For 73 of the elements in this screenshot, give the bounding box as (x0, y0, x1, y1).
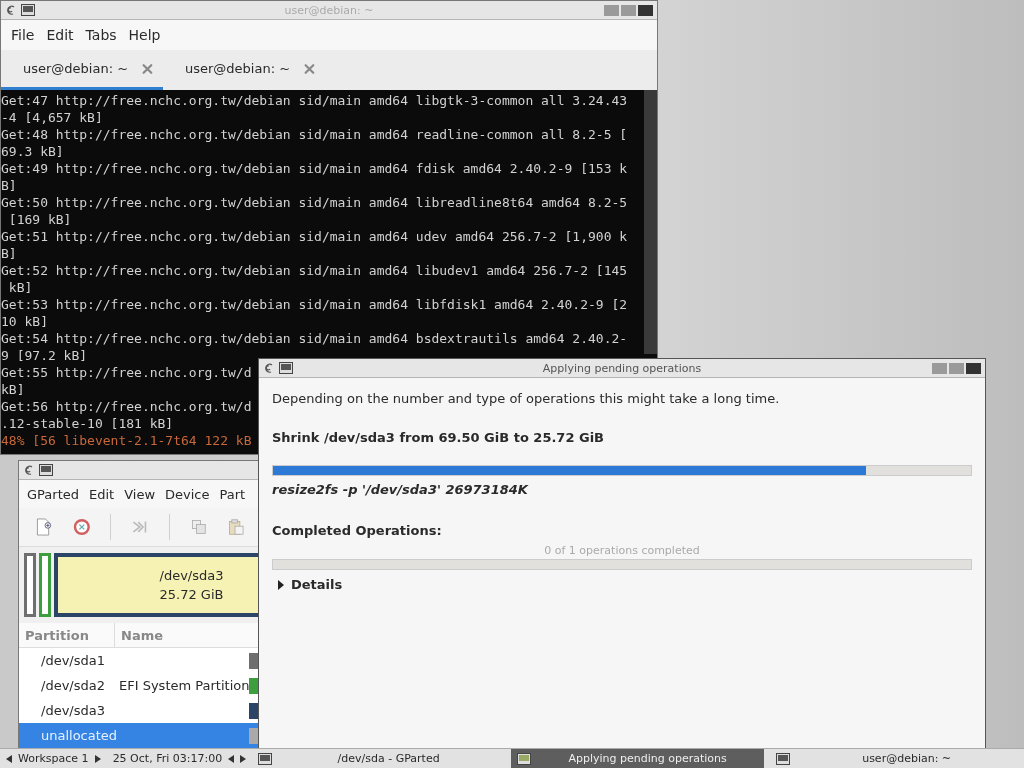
clock: 25 Oct, Fri 03:17:00 (112, 752, 223, 765)
terminal-line: Get:47 http://free.nchc.org.tw/debian sid/main amd64 libgtk-3-common all 3.24.43 (1, 92, 628, 109)
taskbar-button[interactable]: Applying pending operations (511, 749, 765, 768)
close-button[interactable] (638, 4, 653, 16)
menu-item[interactable]: Help (124, 27, 165, 43)
terminal-line: [169 kB] (7, 211, 72, 228)
terminal-line: 69.3 kB] (1, 143, 64, 160)
partition-row[interactable]: /dev/sda3 (19, 698, 259, 723)
terminal-line: Get:49 http://free.nchc.org.tw/debian sid/main amd64 fdisk amd64 2.40.2-9 [153 k (1, 160, 628, 177)
terminal-line: kB] (7, 279, 33, 296)
table-cell-text: unallocated (40, 728, 115, 743)
window-icon (776, 752, 791, 765)
operation-title: Shrink /dev/sda3 from 69.50 GiB to 25.72 GiB (272, 430, 606, 445)
minimize-button[interactable] (604, 4, 619, 16)
partition-segment[interactable]: /dev/sda3 25.72 GiB (54, 553, 259, 617)
taskbar-button[interactable]: /dev/sda - GParted (252, 749, 506, 768)
window-icon (21, 4, 35, 16)
terminal-line: -4 [4,657 kB] (1, 109, 103, 126)
menu-item[interactable]: Device (161, 486, 214, 502)
terminal-line: B] (1, 245, 17, 262)
terminal-line: Get:54 http://free.nchc.org.tw/debian sid/main amd64 bsdextrautils amd64 2.40.2- (1, 330, 628, 347)
menu-item[interactable]: Part (215, 486, 250, 502)
partition-row[interactable]: /dev/sda1 (19, 648, 259, 673)
terminal-line: Get:50 http://free.nchc.org.tw/debian sid/main amd64 libreadline8t64 amd64 8.2-5 (1, 194, 628, 211)
terminal-line: Get:55 http://free.nchc.org.tw/d (1, 364, 252, 381)
terminal-line: Get:53 http://free.nchc.org.tw/debian sid/main amd64 libfdisk1 amd64 2.40.2-9 [2 (1, 296, 628, 313)
table-cell-text: /dev/sda2 (40, 678, 106, 693)
partition-segment[interactable] (39, 553, 51, 617)
terminal-tab[interactable]: user@debian: ~ (163, 50, 325, 90)
terminal-line: 10 kB] (1, 313, 48, 330)
partition-row[interactable]: /dev/sda2 EFI System Partition (19, 673, 259, 698)
next-icon[interactable] (94, 754, 101, 763)
terminal-line: Get:56 http://free.nchc.org.tw/d (1, 398, 252, 415)
menu-item[interactable]: Tabs (81, 27, 121, 43)
terminal-line: Get:52 http://free.nchc.org.tw/debian sid/main amd64 libudev1 amd64 256.7-2 [145 (1, 262, 628, 279)
terminal-line: 48% [56 libevent-2.1-7t64 122 kB (1, 432, 252, 449)
window-icon (39, 464, 53, 476)
terminal-line: B] (1, 177, 17, 194)
menu-item[interactable]: Edit (42, 27, 78, 43)
table-cell: EFI System Partition (119, 678, 250, 693)
section-label: Completed Operations: (272, 523, 443, 538)
progress-text: 0 of 1 operations completed (543, 544, 701, 557)
menu-item[interactable]: Edit (85, 486, 119, 502)
scrollbar[interactable] (644, 90, 657, 354)
previous-icon[interactable] (6, 754, 12, 763)
table-cell-text: /dev/sda3 (40, 703, 106, 718)
description-text: Depending on the number and type of operations this might take a long time. (272, 391, 781, 406)
minimize-button[interactable] (932, 362, 947, 374)
terminal-line: 9 [97.2 kB] (1, 347, 88, 364)
window-icon (517, 752, 532, 765)
menu-item[interactable]: File (7, 27, 39, 43)
workspace-label: Workspace 1 (18, 752, 89, 765)
previous-icon[interactable] (228, 754, 235, 763)
window-icon (279, 362, 293, 374)
menu-item[interactable]: GParted (23, 486, 83, 502)
next-icon[interactable] (240, 754, 247, 763)
window-icon (258, 752, 273, 765)
close-button[interactable] (966, 362, 981, 374)
window-title: user@debian: ~ (284, 3, 374, 17)
window-title: Applying pending operations (542, 361, 702, 375)
details-expander[interactable]: Details (272, 577, 343, 592)
terminal-line: Get:48 http://free.nchc.org.tw/debian sid/main amd64 readline-common all 8.2-5 [ (1, 126, 628, 143)
terminal-line: Get:51 http://free.nchc.org.tw/debian sid/main amd64 udev amd64 256.7-2 [1,900 k (1, 228, 628, 245)
paste-icon[interactable] (227, 516, 245, 538)
command-text: resize2fs -p '/dev/sda3' 26973184K (272, 482, 530, 497)
terminal-line: .12-stable-10 [181 kB] (1, 415, 174, 432)
taskbar-button[interactable]: user@debian: ~ (770, 749, 1024, 768)
menu-item[interactable]: View (120, 486, 160, 502)
new-document-icon[interactable] (35, 515, 53, 539)
delete-icon[interactable] (72, 516, 91, 538)
table-cell-text: /dev/sda1 (40, 653, 106, 668)
partition-segment[interactable] (24, 553, 36, 617)
terminal-line: kB] (1, 381, 25, 398)
